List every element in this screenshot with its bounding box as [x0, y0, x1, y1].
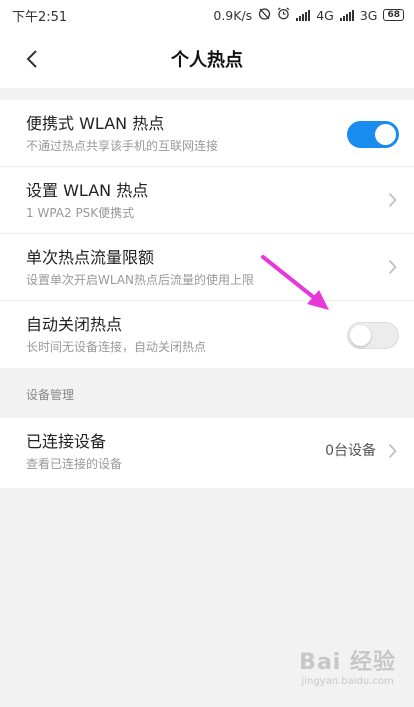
back-button[interactable]	[20, 47, 44, 71]
network-speed: 0.9K/s	[213, 7, 253, 23]
setting-title: 设置 WLAN 热点	[26, 181, 149, 200]
network-type-2: 3G	[359, 7, 378, 23]
chevron-right-icon	[385, 258, 399, 276]
setting-auto-close[interactable]: 自动关闭热点 长时间无设备连接，自动关闭热点	[0, 301, 414, 368]
status-bar: 下午2:51 0.9K/s 4G 3G 68	[0, 0, 414, 30]
setting-portable-hotspot[interactable]: 便携式 WLAN 热点 不通过热点共享该手机的互联网连接	[0, 100, 414, 167]
setting-configure-hotspot[interactable]: 设置 WLAN 热点 1 WPA2 PSK便携式	[0, 167, 414, 234]
nav-header: 个人热点	[0, 30, 414, 88]
back-arrow-icon	[26, 50, 37, 68]
setting-title: 自动关闭热点	[26, 315, 123, 334]
connected-device-count: 0台设备	[325, 443, 376, 459]
signal-icon-2	[339, 9, 354, 21]
watermark-brand: Bai 经验	[299, 650, 396, 675]
setting-subtitle: 设置单次开启WLAN热点后流量的使用上限	[26, 273, 255, 287]
auto-close-toggle[interactable]	[347, 322, 399, 349]
watermark-url: jingyan.baidu.com	[301, 676, 394, 687]
setting-title: 单次热点流量限额	[26, 248, 155, 267]
setting-subtitle: 不通过热点共享该手机的互联网连接	[26, 139, 219, 153]
no-disturb-icon	[258, 7, 271, 23]
battery-icon: 68	[383, 9, 404, 21]
status-icons: 0.9K/s 4G 3G 68	[213, 7, 404, 23]
setting-subtitle: 1 WPA2 PSK便携式	[26, 206, 135, 220]
setting-data-limit[interactable]: 单次热点流量限额 设置单次开启WLAN热点后流量的使用上限	[0, 234, 414, 301]
device-list: 已连接设备 查看已连接的设备 0台设备	[0, 418, 414, 488]
toggle-knob	[350, 325, 371, 346]
chevron-right-icon	[385, 191, 399, 209]
signal-icon	[296, 9, 311, 21]
baidu-watermark: Bai 经验 jingyan.baidu.com	[299, 644, 396, 687]
portable-hotspot-toggle[interactable]	[347, 121, 399, 148]
setting-subtitle: 长时间无设备连接，自动关闭热点	[26, 340, 207, 354]
section-header-device-management: 设备管理	[0, 368, 414, 418]
setting-connected-devices[interactable]: 已连接设备 查看已连接的设备 0台设备	[0, 418, 414, 488]
toggle-knob	[375, 124, 396, 145]
page-title: 个人热点	[171, 50, 243, 71]
network-type-1: 4G	[316, 7, 334, 23]
alarm-icon	[277, 7, 290, 23]
hotspot-settings-list: 便携式 WLAN 热点 不通过热点共享该手机的互联网连接 设置 WLAN 热点 …	[0, 100, 414, 368]
status-time: 下午2:51	[12, 9, 68, 25]
chevron-right-icon	[385, 442, 399, 460]
setting-title: 便携式 WLAN 热点	[26, 114, 165, 133]
